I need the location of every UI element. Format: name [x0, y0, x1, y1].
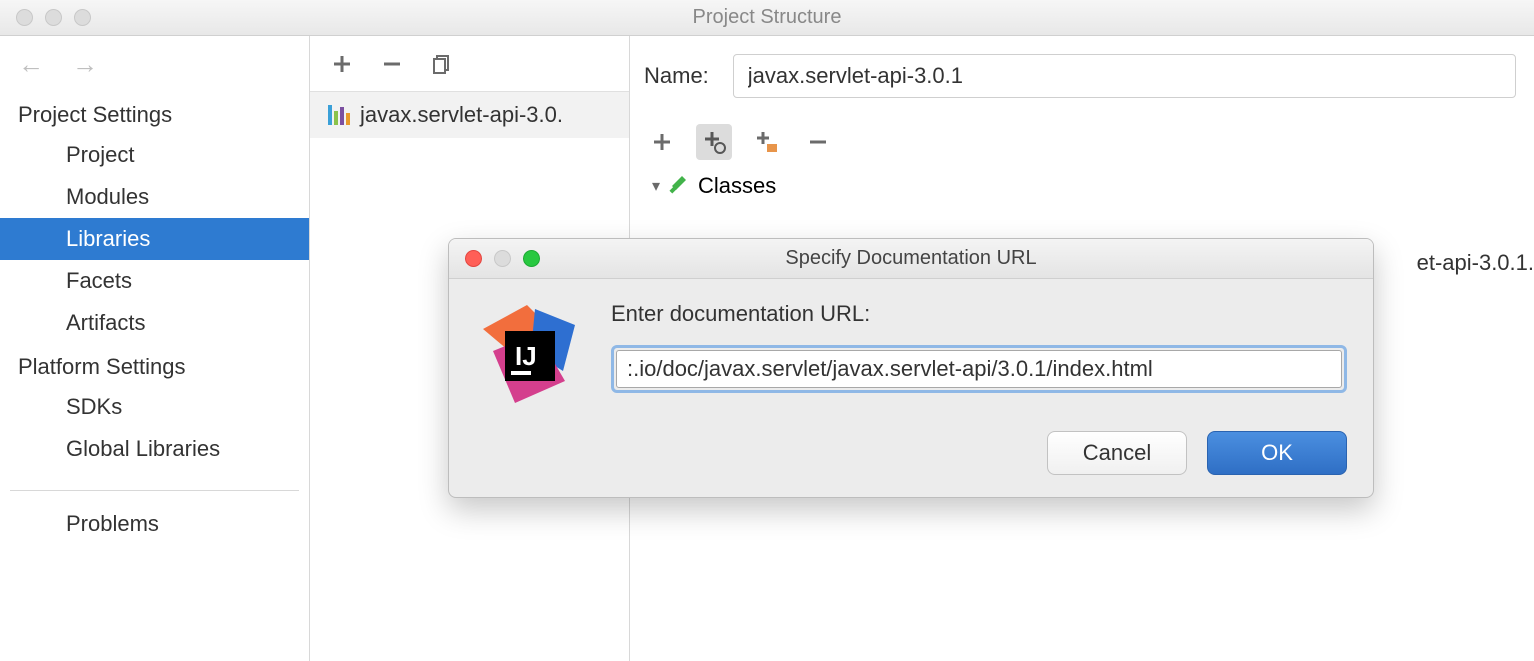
svg-text:IJ: IJ — [515, 341, 537, 371]
dialog-prompt: Enter documentation URL: — [611, 301, 1347, 327]
close-window-icon[interactable] — [16, 9, 33, 26]
window-titlebar: Project Structure — [0, 0, 1534, 36]
sidebar-item-problems[interactable]: Problems — [0, 491, 309, 537]
dialog-titlebar: Specify Documentation URL — [449, 239, 1373, 279]
minimize-window-icon[interactable] — [45, 9, 62, 26]
dialog-title: Specify Documentation URL — [449, 247, 1373, 270]
window-traffic-lights — [0, 9, 91, 26]
remove-root-icon[interactable] — [800, 124, 836, 160]
library-roots-toolbar — [644, 124, 1516, 160]
chevron-down-icon[interactable]: ▾ — [652, 176, 660, 196]
sidebar-item-facets[interactable]: Facets — [0, 260, 309, 302]
ok-button[interactable]: OK — [1207, 431, 1347, 475]
sidebar-nav-toolbar: ← → — [0, 36, 309, 92]
tree-child-overflow: et-api-3.0.1. — [1417, 250, 1534, 276]
library-icon — [328, 105, 350, 125]
sidebar-item-project[interactable]: Project — [0, 134, 309, 176]
sidebar-section-project-settings: Project Settings — [0, 92, 309, 134]
library-name-input[interactable] — [733, 54, 1516, 98]
copy-library-icon[interactable] — [432, 54, 452, 74]
library-list-item-label: javax.servlet-api-3.0. — [360, 102, 563, 128]
add-folder-root-icon[interactable] — [748, 124, 784, 160]
back-arrow-icon[interactable]: ← — [18, 49, 44, 80]
specify-url-dialog: Specify Documentation URL IJ Enter docum… — [448, 238, 1374, 498]
sidebar-item-global-libraries[interactable]: Global Libraries — [0, 428, 309, 470]
add-library-icon[interactable] — [332, 54, 352, 74]
hammer-icon — [668, 172, 690, 200]
add-url-root-icon[interactable] — [696, 124, 732, 160]
window-title: Project Structure — [0, 6, 1534, 29]
intellij-logo-icon: IJ — [475, 301, 585, 411]
library-list-toolbar — [310, 36, 629, 92]
name-label: Name: — [644, 63, 709, 89]
dialog-input-focus-ring — [611, 345, 1347, 393]
tree-root-row[interactable]: ▾ Classes — [644, 172, 1516, 200]
sidebar-item-libraries[interactable]: Libraries — [0, 218, 309, 260]
add-root-icon[interactable] — [644, 124, 680, 160]
sidebar-item-artifacts[interactable]: Artifacts — [0, 302, 309, 344]
sidebar-item-sdks[interactable]: SDKs — [0, 386, 309, 428]
zoom-window-icon[interactable] — [74, 9, 91, 26]
sidebar-section-platform-settings: Platform Settings — [0, 344, 309, 386]
library-list-item[interactable]: javax.servlet-api-3.0. — [310, 92, 629, 138]
remove-library-icon[interactable] — [382, 54, 402, 74]
cancel-button[interactable]: Cancel — [1047, 431, 1187, 475]
documentation-url-input[interactable] — [616, 350, 1342, 388]
tree-root-label: Classes — [698, 173, 776, 199]
sidebar-item-modules[interactable]: Modules — [0, 176, 309, 218]
forward-arrow-icon[interactable]: → — [72, 49, 98, 80]
sidebar: ← → Project Settings Project Modules Lib… — [0, 36, 310, 661]
